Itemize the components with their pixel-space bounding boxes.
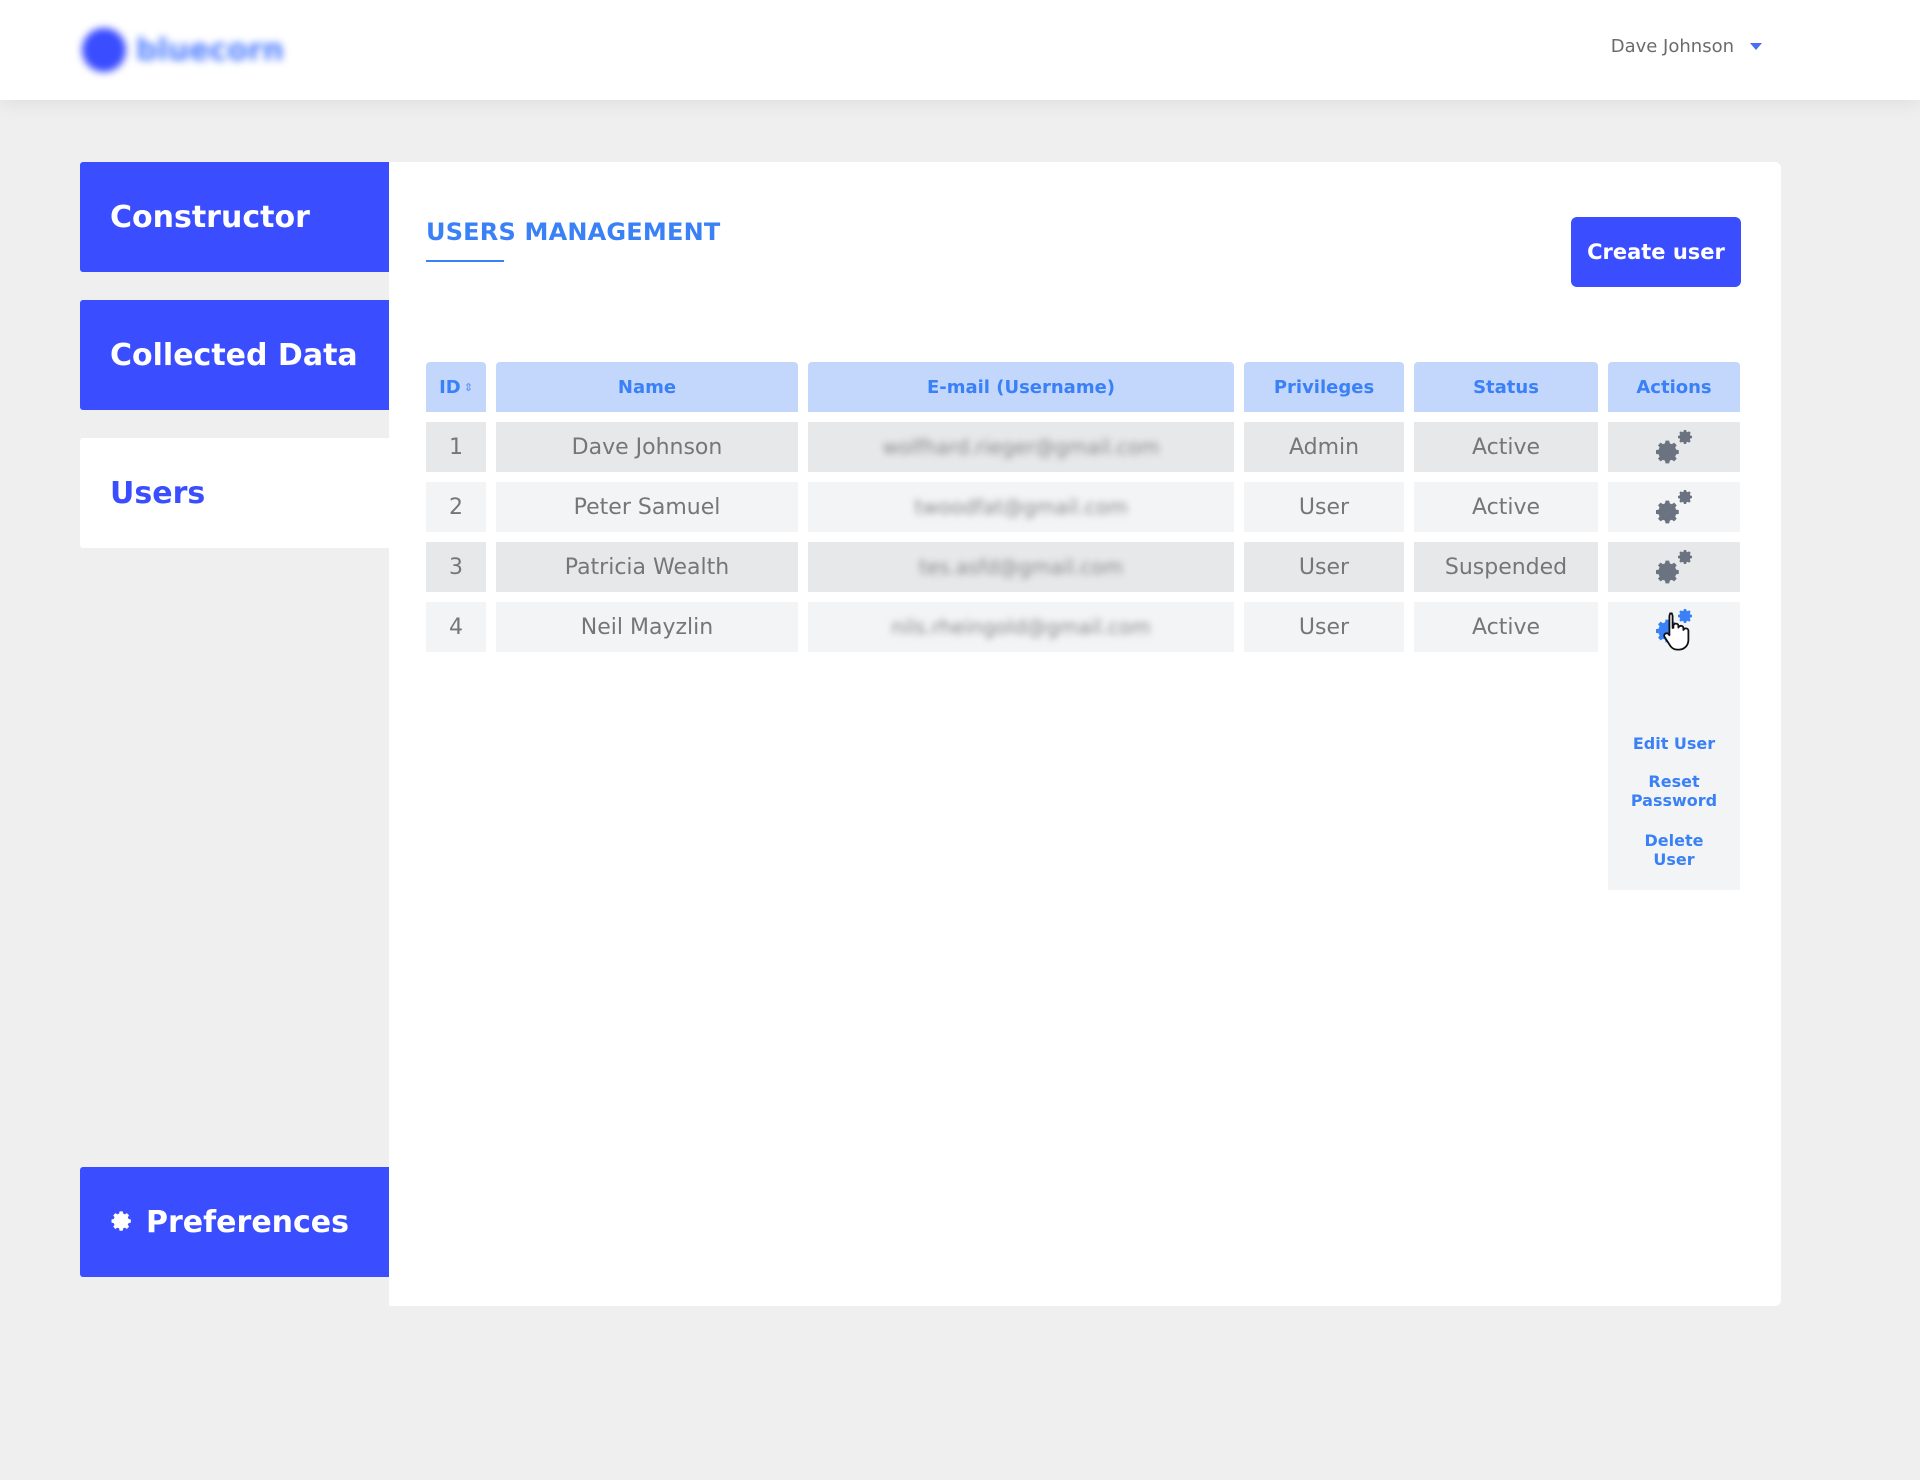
cell-status: Active	[1414, 482, 1598, 532]
chevron-down-icon	[1750, 43, 1762, 50]
hand-cursor-icon	[1663, 612, 1690, 651]
logo-text: bluecorn	[136, 32, 285, 68]
cell-actions	[1608, 542, 1740, 592]
menu-item-delete-user[interactable]: Delete User	[1608, 831, 1740, 869]
gear-icon	[111, 1211, 131, 1231]
cell-privileges: User	[1244, 602, 1404, 652]
cell-privileges: User	[1244, 542, 1404, 592]
cell-id: 3	[426, 542, 486, 592]
cell-name: Dave Johnson	[496, 422, 798, 472]
gears-icon[interactable]	[1652, 547, 1696, 587]
column-header-privileges: Privileges	[1244, 362, 1404, 412]
actions-dropdown: Edit User Reset Password Delete User	[1608, 652, 1740, 890]
cell-actions	[1608, 482, 1740, 532]
cell-name: Peter Samuel	[496, 482, 798, 532]
cell-id: 4	[426, 602, 486, 652]
cell-actions	[1608, 422, 1740, 472]
top-bar: bluecorn Dave Johnson	[0, 0, 1920, 100]
cell-email: twoodfat@gmail.com	[808, 482, 1234, 532]
page-title: USERS MANAGEMENT	[426, 218, 721, 246]
cell-name: Patricia Wealth	[496, 542, 798, 592]
sidebar-item-label: Collected Data	[110, 337, 358, 373]
sidebar-item-label: Constructor	[110, 199, 310, 235]
cell-email: wolfhard.rieger@gmail.com	[808, 422, 1234, 472]
logo[interactable]: bluecorn	[82, 26, 284, 74]
menu-item-edit-user[interactable]: Edit User	[1608, 734, 1740, 753]
user-name: Dave Johnson	[1610, 36, 1734, 57]
cell-email: nils.rheingold@gmail.com	[808, 602, 1234, 652]
sidebar-item-label: Users	[110, 475, 206, 511]
sidebar-item-users[interactable]: Users	[80, 438, 390, 548]
sidebar-item-collected-data[interactable]: Collected Data	[80, 300, 390, 410]
cell-email: tes.asfd@gmail.com	[808, 542, 1234, 592]
column-header-email: E-mail (Username)	[808, 362, 1234, 412]
column-header-id[interactable]: ID ⇕	[426, 362, 486, 412]
cell-id: 2	[426, 482, 486, 532]
menu-item-reset-password[interactable]: Reset Password	[1608, 772, 1740, 810]
cell-id: 1	[426, 422, 486, 472]
user-menu[interactable]: Dave Johnson	[1611, 36, 1762, 57]
sidebar-item-label: Preferences	[146, 1204, 350, 1240]
gears-icon[interactable]	[1652, 427, 1696, 467]
cell-status: Suspended	[1414, 542, 1598, 592]
gears-icon[interactable]	[1652, 487, 1696, 527]
cell-privileges: User	[1244, 482, 1404, 532]
column-header-actions: Actions	[1608, 362, 1740, 412]
sidebar-item-preferences[interactable]: Preferences	[80, 1167, 390, 1277]
create-user-button[interactable]: Create user	[1571, 217, 1741, 287]
column-header-status: Status	[1414, 362, 1598, 412]
column-header-name: Name	[496, 362, 798, 412]
cell-status: Active	[1414, 602, 1598, 652]
title-underline	[426, 260, 504, 262]
cell-name: Neil Mayzlin	[496, 602, 798, 652]
sidebar-item-constructor[interactable]: Constructor	[80, 162, 390, 272]
cell-status: Active	[1414, 422, 1598, 472]
logo-mark	[82, 28, 126, 72]
main-panel: USERS MANAGEMENT Create user ID ⇕ Name E…	[389, 162, 1781, 1306]
sort-icon: ⇕	[463, 380, 473, 394]
cell-privileges: Admin	[1244, 422, 1404, 472]
